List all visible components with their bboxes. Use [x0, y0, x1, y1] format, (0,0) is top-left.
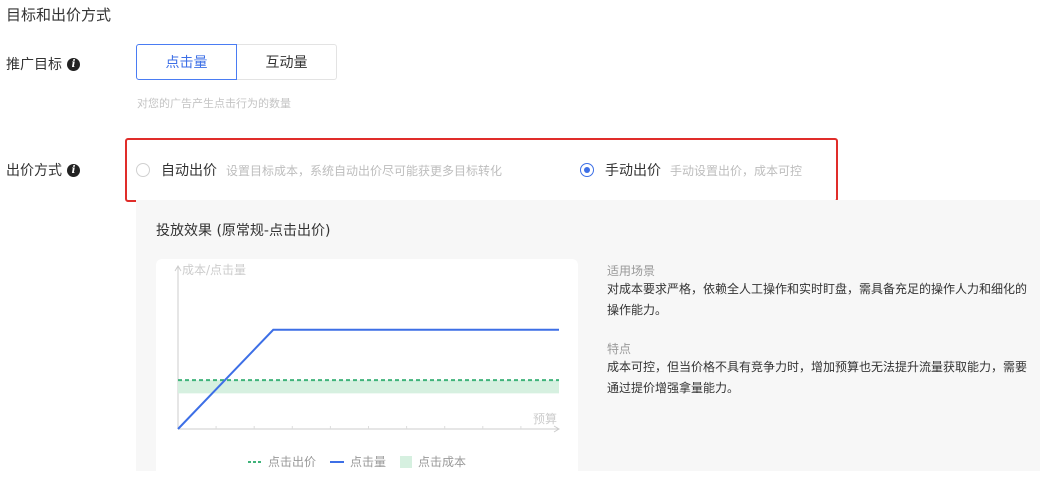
y-axis-label: 成本/点击量	[182, 263, 246, 277]
radio-checked-icon[interactable]	[580, 163, 594, 177]
manual-bid-title: 手动出价	[605, 163, 661, 179]
chart-legend: 点击出价 点击量 点击成本	[248, 453, 480, 470]
legend-dashed-line-icon	[248, 460, 262, 463]
legend-label-clicks: 点击量	[350, 455, 387, 469]
auto-bid-title: 自动出价	[161, 163, 217, 179]
legend-band-icon	[400, 455, 413, 468]
legend-item-bid: 点击出价	[248, 453, 316, 470]
legend-label-cost: 点击成本	[418, 455, 467, 469]
info-icon[interactable]: i	[67, 57, 80, 71]
section-title: 目标和出价方式	[6, 6, 112, 24]
x-axis-label: 预算	[533, 411, 557, 426]
goal-label-row: 推广目标 i	[6, 54, 80, 74]
legend-item-clicks: 点击量	[330, 453, 386, 470]
radio-manual-bid[interactable]: 手动出价 手动设置出价，成本可控	[580, 160, 802, 180]
auto-bid-desc: 设置目标成本，系统自动出价尽可能获更多目标转化	[226, 163, 503, 178]
legend-label-bid: 点击出价	[268, 455, 317, 469]
effect-chart: 成本/点击量预算	[174, 263, 560, 433]
series-band-cost	[178, 380, 559, 394]
legend-solid-line-icon	[330, 460, 345, 463]
bid-label: 出价方式	[6, 163, 62, 179]
goal-label: 推广目标	[6, 57, 62, 73]
goal-option-clicks[interactable]: 点击量	[136, 44, 237, 80]
info-icon[interactable]: i	[67, 163, 80, 177]
feature-label: 特点	[607, 342, 632, 356]
feature-text: 成本可控，但当价格不具有竞争力时，增加预算也无法提升流量获取能力，需要通过提价增…	[607, 360, 1028, 395]
scenario-label: 适用场景	[607, 264, 656, 278]
goal-segmented-control: 点击量 互动量	[136, 44, 337, 80]
scenario-text: 对成本要求严格，依赖全人工操作和实时盯盘，需具备充足的操作人力和细化的操作能力。	[607, 282, 1028, 317]
legend-item-cost: 点击成本	[400, 453, 466, 470]
radio-auto-bid[interactable]: 自动出价 设置目标成本，系统自动出价尽可能获更多目标转化	[136, 160, 502, 180]
goal-hint: 对您的广告产生点击行为的数量	[137, 97, 291, 110]
radio-unchecked-icon[interactable]	[136, 163, 150, 177]
bid-label-row: 出价方式 i	[6, 160, 80, 180]
manual-bid-desc: 手动设置出价，成本可控	[670, 163, 803, 178]
goal-option-interactions[interactable]: 互动量	[237, 44, 337, 80]
effect-title: 投放效果 (原常规-点击出价)	[156, 223, 331, 239]
